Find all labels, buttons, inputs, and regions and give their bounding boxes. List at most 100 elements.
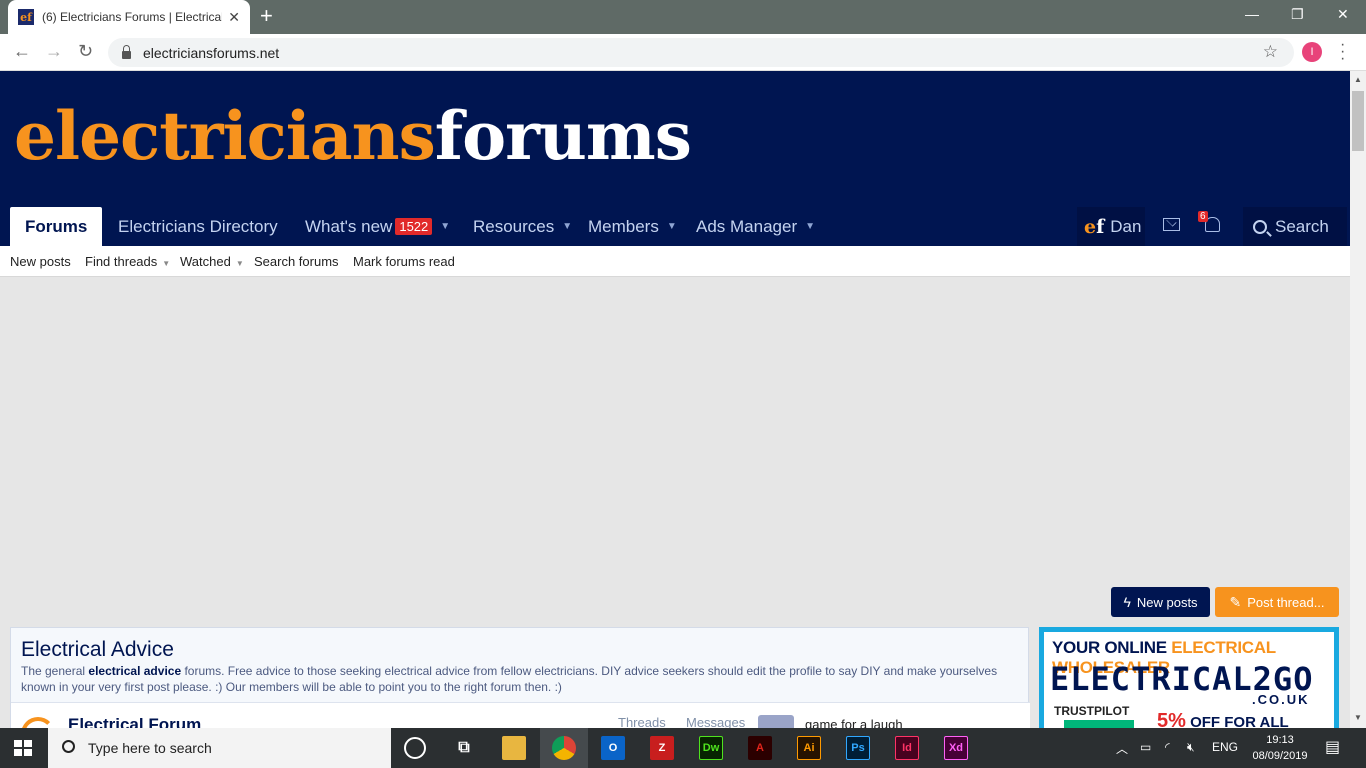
- subnav-watched[interactable]: Watched ▼: [180, 254, 244, 269]
- nav-members-label: Members: [588, 216, 659, 236]
- file-explorer-icon[interactable]: [502, 736, 526, 760]
- site-favicon-icon: ef: [18, 9, 34, 25]
- adobe-xd-icon[interactable]: Xd: [944, 736, 968, 760]
- nav-members[interactable]: Members ▼: [588, 207, 677, 246]
- trustpilot-stars-icon: [1064, 720, 1134, 728]
- windows-start-icon[interactable]: [14, 740, 32, 756]
- indesign-icon[interactable]: Id: [895, 736, 919, 760]
- subnav-new-posts[interactable]: New posts: [10, 254, 71, 269]
- close-tab-icon[interactable]: ✕: [228, 9, 240, 26]
- browser-toolbar: ← → ↻ electriciansforums.net ☆ I · · ·: [0, 34, 1366, 71]
- chevron-down-icon[interactable]: ▼: [440, 221, 450, 232]
- bookmark-star-icon[interactable]: ☆: [1263, 42, 1278, 62]
- browser-tab[interactable]: ef (6) Electricians Forums | Electrical …: [8, 0, 250, 34]
- browser-menu-icon[interactable]: · · ·: [1340, 37, 1345, 67]
- new-posts-button[interactable]: ϟ New posts: [1111, 587, 1210, 617]
- logo-part-forums: forums: [434, 97, 692, 175]
- site-logo[interactable]: electriciansforums: [14, 97, 692, 175]
- nav-resources[interactable]: Resources ▼: [473, 207, 572, 246]
- messages-column-label: Messages: [686, 715, 746, 728]
- filezilla-icon[interactable]: Z: [650, 736, 674, 760]
- page-scrollbar[interactable]: ▲ ▼: [1350, 71, 1366, 728]
- language-indicator[interactable]: ENG: [1212, 740, 1238, 754]
- minimize-icon[interactable]: —: [1245, 6, 1259, 22]
- nav-ads-manager-label: Ads Manager: [696, 216, 798, 236]
- chevron-down-icon[interactable]: ▼: [562, 221, 572, 232]
- search-label: Search: [1275, 216, 1329, 236]
- illustrator-icon[interactable]: Ai: [797, 736, 821, 760]
- nav-electricians-directory[interactable]: Electricians Directory: [118, 207, 278, 246]
- acrobat-icon[interactable]: A: [748, 736, 772, 760]
- user-avatar: ef: [1084, 216, 1104, 238]
- address-bar[interactable]: electriciansforums.net ☆: [108, 38, 1294, 67]
- new-tab-button[interactable]: +: [260, 5, 273, 27]
- scroll-down-icon[interactable]: ▼: [1354, 713, 1362, 722]
- nav-whats-new-label: What's new: [305, 216, 393, 236]
- threads-column-label: Threads: [618, 715, 666, 728]
- dreamweaver-icon[interactable]: Dw: [699, 736, 723, 760]
- alerts-count-badge: 6: [1198, 211, 1208, 222]
- forward-icon[interactable]: →: [45, 41, 63, 62]
- volume-muted-icon[interactable]: 🔇︎: [1187, 740, 1195, 755]
- back-icon[interactable]: ←: [13, 41, 31, 62]
- scrollbar-thumb[interactable]: [1352, 91, 1364, 151]
- outlook-icon[interactable]: O: [601, 736, 625, 760]
- notifications-icon[interactable]: ▤: [1325, 737, 1340, 757]
- ad-discount-percent: 5%: [1157, 710, 1186, 728]
- close-window-icon[interactable]: ✕: [1337, 6, 1349, 23]
- desc-bold: electrical advice: [88, 664, 182, 678]
- system-clock[interactable]: 19:13 08/09/2019: [1250, 732, 1310, 764]
- lock-icon: [122, 44, 131, 59]
- tray-chevron-up-icon[interactable]: ︿: [1116, 740, 1128, 757]
- trustpilot-label: TRUSTPILOT: [1054, 704, 1130, 718]
- tab-title: (6) Electricians Forums | Electrical: [42, 10, 222, 24]
- username: Dan: [1110, 216, 1142, 236]
- reload-icon[interactable]: ↻: [78, 41, 93, 62]
- subnav-search-forums[interactable]: Search forums: [254, 254, 339, 269]
- browser-titlebar: ef (6) Electricians Forums | Electrical …: [0, 0, 1366, 34]
- cortana-icon[interactable]: [404, 737, 426, 759]
- chrome-icon[interactable]: [552, 736, 576, 760]
- post-thread-button[interactable]: ✎ Post thread...: [1215, 587, 1339, 617]
- whats-new-count-badge: 1522: [395, 218, 433, 235]
- url-text: electriciansforums.net: [143, 44, 280, 61]
- chevron-down-icon: ▼: [162, 259, 171, 268]
- nav-whats-new[interactable]: What's new 1522 ▼: [305, 207, 450, 246]
- photoshop-icon[interactable]: Ps: [846, 736, 870, 760]
- restore-icon[interactable]: ❐: [1291, 6, 1304, 23]
- clock-date: 08/09/2019: [1252, 750, 1308, 762]
- category-title[interactable]: Electrical Advice: [21, 638, 174, 662]
- scroll-up-icon[interactable]: ▲: [1354, 75, 1362, 84]
- user-account-button[interactable]: ef Dan: [1077, 207, 1145, 246]
- task-view-icon[interactable]: ⧉: [452, 736, 476, 760]
- search-button[interactable]: Search: [1243, 207, 1347, 246]
- post-thread-button-label: Post thread...: [1247, 594, 1325, 610]
- search-icon: [1253, 219, 1267, 234]
- subnav-mark-forums-read[interactable]: Mark forums read: [353, 254, 455, 269]
- battery-icon[interactable]: ▭: [1140, 740, 1151, 754]
- wifi-icon[interactable]: ◜: [1165, 740, 1170, 754]
- category-description: The general electrical advice forums. Fr…: [21, 663, 1011, 695]
- taskbar-search-box[interactable]: Type here to search: [48, 728, 391, 768]
- lightning-bolt-icon: ϟ: [1123, 594, 1131, 610]
- nav-forums[interactable]: Forums: [10, 207, 103, 246]
- ad-headline-a: YOUR ONLINE: [1052, 638, 1172, 657]
- nav-ads-manager[interactable]: Ads Manager ▼: [696, 207, 815, 246]
- forum-name[interactable]: Electrical Forum: [68, 715, 201, 728]
- ad-domain: .CO.UK: [1252, 692, 1310, 707]
- desc-intro: The general: [21, 664, 89, 678]
- nav-resources-label: Resources: [473, 216, 555, 236]
- page-content: electriciansforums Forums Electricians D…: [0, 71, 1350, 728]
- profile-avatar[interactable]: I: [1302, 42, 1322, 62]
- category-electrical-advice: Electrical Advice The general electrical…: [10, 627, 1030, 728]
- chevron-down-icon[interactable]: ▼: [667, 221, 677, 232]
- subnav-find-threads[interactable]: Find threads ▼: [85, 254, 170, 269]
- latest-thread-link[interactable]: game for a laugh: [805, 717, 903, 728]
- clock-time: 19:13: [1266, 734, 1294, 746]
- inbox-envelope-icon[interactable]: [1163, 218, 1180, 231]
- find-threads-label: Find threads: [85, 254, 158, 269]
- chevron-down-icon[interactable]: ▼: [805, 221, 815, 232]
- avatar[interactable]: [758, 715, 794, 728]
- site-header: electriciansforums Forums Electricians D…: [0, 71, 1350, 246]
- electrical2go-ad-banner[interactable]: YOUR ONLINE ELECTRICAL WHOLESALER ELECTR…: [1039, 627, 1339, 728]
